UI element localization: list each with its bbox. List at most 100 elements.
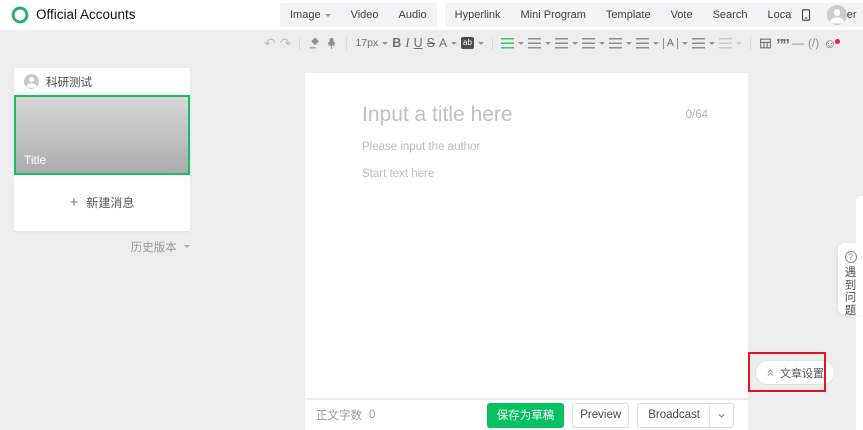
broadcast-button[interactable]: Broadcast	[637, 403, 734, 428]
clear-format-button[interactable]	[308, 30, 321, 56]
editor-footer: 正文字数 0 保存为草稿 Preview Broadcast	[305, 400, 748, 430]
toolbar-divider	[346, 37, 347, 50]
horizontal-rule-button[interactable]: —	[792, 30, 804, 56]
plus-icon: +	[70, 194, 79, 211]
table-button[interactable]	[759, 30, 772, 56]
broadcast-dropdown-toggle[interactable]	[710, 411, 733, 420]
menu-video-label: Video	[351, 9, 379, 21]
editor-toolbar: ↶ ↷ 17px B I U S A ab	[262, 30, 839, 56]
chevron-down-icon	[717, 411, 726, 420]
letter-spacing-dropdown[interactable]: A	[663, 30, 688, 56]
send-to-device-button[interactable]	[792, 3, 819, 27]
eraser-icon	[308, 37, 321, 50]
letter-spacing-icon: A	[663, 38, 678, 49]
chevron-down-icon	[682, 42, 688, 48]
align-left-icon	[528, 38, 541, 49]
emoji-button[interactable]: ☺	[823, 30, 836, 56]
title-row: 0/64	[305, 73, 748, 127]
account-name: 科研测试	[46, 74, 92, 90]
strikethrough-button[interactable]: S	[427, 30, 435, 56]
font-size-dropdown[interactable]: 17px	[355, 30, 388, 56]
menu-search[interactable]: Search	[703, 9, 758, 21]
menu-image[interactable]: Image	[280, 9, 341, 21]
highlight-color-dropdown[interactable]: ab	[461, 30, 484, 56]
user-avatar[interactable]	[827, 5, 847, 25]
red-highlight-annotation	[748, 352, 826, 392]
notification-dot	[835, 39, 840, 44]
indent-icon	[636, 38, 649, 49]
list-dropdown[interactable]	[692, 30, 715, 56]
help-tab-label: 遇到问题	[844, 267, 857, 317]
menu-mini-program-label: Mini Program	[521, 9, 586, 21]
history-versions-link[interactable]: 历史版本	[14, 239, 190, 255]
broadcast-label: Broadcast	[648, 409, 700, 421]
chevron-down-icon	[572, 42, 578, 48]
mobile-device-icon	[799, 8, 813, 22]
menu-hyperlink[interactable]: Hyperlink	[445, 9, 511, 21]
bold-button[interactable]: B	[392, 30, 401, 56]
preview-button[interactable]: Preview	[572, 403, 629, 428]
menu-template[interactable]: Template	[596, 9, 661, 21]
author-input[interactable]	[362, 141, 662, 153]
text-style-dropdown[interactable]	[501, 30, 524, 56]
chevron-down-icon	[653, 42, 659, 48]
person-icon	[827, 5, 847, 25]
app-title: Official Accounts	[36, 0, 136, 30]
chevron-down-icon	[451, 42, 457, 48]
toolbar-divider	[299, 37, 300, 50]
chevron-down-icon	[478, 42, 484, 48]
article-thumbnail[interactable]: Title	[14, 95, 190, 175]
format-painter-button[interactable]	[325, 30, 338, 56]
menu-mini-program[interactable]: Mini Program	[511, 9, 596, 21]
thumbnail-title: Title	[24, 153, 46, 167]
bullet-list-icon	[692, 38, 705, 49]
italic-button[interactable]: I	[405, 30, 409, 56]
word-count-value: 0	[369, 409, 375, 421]
menu-video[interactable]: Video	[341, 9, 389, 21]
wechat-official-accounts-logo-icon	[10, 5, 30, 25]
account-avatar-icon	[24, 74, 39, 89]
font-color-dropdown[interactable]: A	[439, 30, 457, 56]
chevron-down-icon	[382, 42, 388, 48]
bold-label: B	[392, 36, 401, 50]
chevron-down-icon	[736, 42, 742, 48]
redo-button[interactable]: ↷	[280, 30, 292, 56]
new-message-button[interactable]: + 新建消息	[14, 175, 190, 229]
save-draft-button[interactable]: 保存为草稿	[487, 403, 565, 428]
word-count-label: 正文字数	[316, 407, 362, 423]
toolbar-divider	[750, 37, 751, 50]
brush-icon	[325, 37, 338, 50]
align-center-dropdown[interactable]	[555, 30, 578, 56]
indent-dropdown[interactable]	[636, 30, 659, 56]
menu-vote[interactable]: Vote	[661, 9, 703, 21]
help-feedback-tab[interactable]: ? 遇到问题	[838, 243, 863, 315]
text-style-icon	[501, 38, 514, 49]
account-row: 科研测试	[14, 68, 190, 95]
chevron-down-icon	[518, 42, 524, 48]
toolbar-divider	[492, 37, 493, 50]
top-header: Official Accounts Image Video Audio Hype…	[0, 0, 863, 30]
chevron-down-icon	[184, 245, 190, 251]
undo-button[interactable]: ↶	[264, 30, 276, 56]
chevron-down-icon	[709, 42, 715, 48]
quote-icon: ””	[776, 41, 788, 51]
table-icon	[759, 37, 772, 50]
blockquote-button[interactable]: ””	[776, 30, 788, 56]
paragraph-spacing-dropdown[interactable]	[609, 30, 632, 56]
insert-menus: Image Video Audio Hyperlink Mini Program…	[280, 3, 863, 27]
menu-template-label: Template	[606, 9, 651, 21]
body-text-area[interactable]: Start text here	[362, 168, 748, 180]
line-height-dropdown[interactable]	[582, 30, 605, 56]
title-input[interactable]	[362, 103, 662, 127]
chevron-down-icon	[626, 42, 632, 48]
image-text-layout-icon	[719, 38, 732, 49]
underline-button[interactable]: U	[414, 30, 423, 56]
align-left-dropdown[interactable]	[528, 30, 551, 56]
highlight-color-icon: ab	[461, 37, 474, 49]
strikethrough-label: S	[427, 36, 435, 50]
image-text-layout-dropdown	[719, 30, 742, 56]
menu-audio-label: Audio	[399, 9, 427, 21]
menu-audio[interactable]: Audio	[389, 9, 437, 21]
code-button[interactable]: (/)	[808, 30, 819, 56]
font-color-label: A	[439, 36, 447, 50]
